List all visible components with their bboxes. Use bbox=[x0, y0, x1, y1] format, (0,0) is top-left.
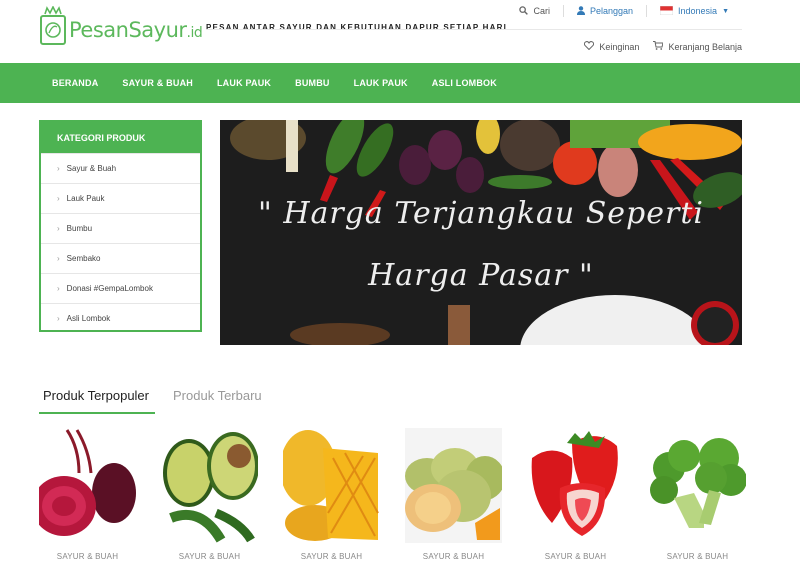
product-category: SAYUR & BUAH bbox=[422, 552, 485, 561]
product-card[interactable]: SAYUR & BUAH bbox=[649, 428, 746, 561]
cart-label: Keranjang Belanja bbox=[668, 41, 742, 52]
sidebar-item-label: Sayur & Buah bbox=[66, 164, 117, 173]
header-shortcuts: Keinginan Keranjang Belanja bbox=[570, 41, 742, 52]
sidebar-item-sayur-buah[interactable]: › Sayur & Buah bbox=[41, 153, 200, 183]
mango-image[interactable] bbox=[283, 428, 380, 543]
sidebar-item-donasi[interactable]: › Donasi #GempaLombok bbox=[41, 273, 200, 303]
vegetables-banner-image bbox=[220, 120, 742, 345]
search-label: Cari bbox=[533, 6, 550, 16]
banner-headline-line2: Harga Pasar " bbox=[368, 258, 594, 293]
top-utility-bar: Cari Pelanggan Indonesia ▼ bbox=[506, 5, 742, 17]
logo-wordmark: PesanSayur bbox=[69, 18, 187, 42]
sidebar-item-lauk-pauk[interactable]: › Lauk Pauk bbox=[41, 183, 200, 213]
sidebar-title: KATEGORI PRODUK bbox=[41, 122, 200, 153]
sidebar-item-label: Lauk Pauk bbox=[66, 194, 105, 203]
category-sidebar: KATEGORI PRODUK › Sayur & Buah › Lauk Pauk… bbox=[39, 120, 202, 332]
site-header: PesanSayur.id PESAN ANTAR SAYUR DAN KEBU… bbox=[0, 0, 800, 62]
product-category: SAYUR & BUAH bbox=[544, 552, 607, 561]
language-selector[interactable]: Indonesia ▼ bbox=[646, 5, 742, 17]
main-navigation: BERANDA SAYUR & BUAH LAUK PAUK BUMBU LAU… bbox=[0, 63, 800, 103]
tab-produk-terbaru[interactable]: Produk Terbaru bbox=[169, 382, 266, 414]
chevron-right-icon: › bbox=[57, 164, 60, 173]
nav-item-beranda[interactable]: BERANDA bbox=[52, 78, 98, 88]
indonesia-flag-icon bbox=[659, 5, 674, 17]
chevron-right-icon: › bbox=[57, 254, 60, 263]
logo-suffix: .id bbox=[186, 25, 203, 41]
sidebar-item-label: Donasi #GempaLombok bbox=[66, 284, 153, 293]
language-label: Indonesia bbox=[678, 6, 718, 16]
tagline: PESAN ANTAR SAYUR DAN KEBUTUHAN DAPUR SE… bbox=[206, 23, 508, 32]
avocado-image[interactable] bbox=[161, 428, 258, 543]
nav-item-lauk-pauk-2[interactable]: LAUK PAUK bbox=[354, 78, 408, 88]
product-card[interactable]: SAYUR & BUAH bbox=[283, 428, 380, 561]
account-label: Pelanggan bbox=[589, 6, 634, 16]
strawberry-image[interactable] bbox=[527, 428, 624, 543]
product-grid: SAYUR & BUAH SAYUR & BUAH SAYUR & BUAH S… bbox=[39, 428, 771, 561]
cart-icon bbox=[653, 41, 665, 52]
product-category: SAYUR & BUAH bbox=[56, 552, 119, 561]
tab-produk-terpopuler[interactable]: Produk Terpopuler bbox=[39, 382, 155, 414]
account-link[interactable]: Pelanggan bbox=[562, 5, 646, 17]
sidebar-item-label: Sembako bbox=[66, 254, 101, 263]
banner-headline-line1: " Harga Terjangkau Seperti bbox=[257, 196, 704, 231]
product-card[interactable]: SAYUR & BUAH bbox=[161, 428, 258, 561]
product-category: SAYUR & BUAH bbox=[178, 552, 241, 561]
wishlist-link[interactable]: Keinginan bbox=[584, 41, 639, 52]
search-link[interactable]: Cari bbox=[506, 5, 563, 17]
nav-item-lauk-pauk[interactable]: LAUK PAUK bbox=[217, 78, 271, 88]
brand-logo[interactable]: PesanSayur.id bbox=[39, 5, 203, 46]
chevron-right-icon: › bbox=[57, 224, 60, 233]
sidebar-item-sembako[interactable]: › Sembako bbox=[41, 243, 200, 273]
product-category: SAYUR & BUAH bbox=[300, 552, 363, 561]
nav-item-asli-lombok[interactable]: ASLI LOMBOK bbox=[432, 78, 497, 88]
product-card[interactable]: SAYUR & BUAH bbox=[39, 428, 136, 561]
sidebar-item-bumbu[interactable]: › Bumbu bbox=[41, 213, 200, 243]
chevron-right-icon: › bbox=[57, 194, 60, 203]
header-divider bbox=[206, 29, 742, 30]
hero-banner[interactable]: " Harga Terjangkau Seperti Harga Pasar " bbox=[220, 120, 742, 345]
beetroot-image[interactable] bbox=[39, 428, 136, 543]
product-card[interactable]: SAYUR & BUAH bbox=[405, 428, 502, 561]
caret-down-icon: ▼ bbox=[722, 7, 729, 15]
search-icon bbox=[519, 5, 529, 17]
chevron-right-icon: › bbox=[57, 314, 60, 323]
nav-item-sayur-buah[interactable]: SAYUR & BUAH bbox=[122, 78, 193, 88]
cart-link[interactable]: Keranjang Belanja bbox=[653, 41, 742, 52]
sidebar-item-label: Asli Lombok bbox=[66, 314, 111, 323]
melon-image[interactable] bbox=[405, 428, 502, 543]
broccoli-image[interactable] bbox=[649, 428, 746, 543]
nav-item-bumbu[interactable]: BUMBU bbox=[295, 78, 330, 88]
chevron-right-icon: › bbox=[57, 284, 60, 293]
sidebar-item-asli-lombok[interactable]: › Asli Lombok bbox=[41, 303, 200, 333]
shopping-bag-logo-icon bbox=[39, 5, 67, 46]
product-card[interactable]: SAYUR & BUAH bbox=[527, 428, 624, 561]
wishlist-label: Keinginan bbox=[599, 41, 640, 52]
user-icon bbox=[576, 5, 585, 17]
sidebar-item-label: Bumbu bbox=[66, 224, 93, 233]
product-category: SAYUR & BUAH bbox=[666, 552, 729, 561]
heart-icon bbox=[584, 41, 595, 52]
product-tabs: Produk Terpopuler Produk Terbaru bbox=[39, 382, 280, 414]
